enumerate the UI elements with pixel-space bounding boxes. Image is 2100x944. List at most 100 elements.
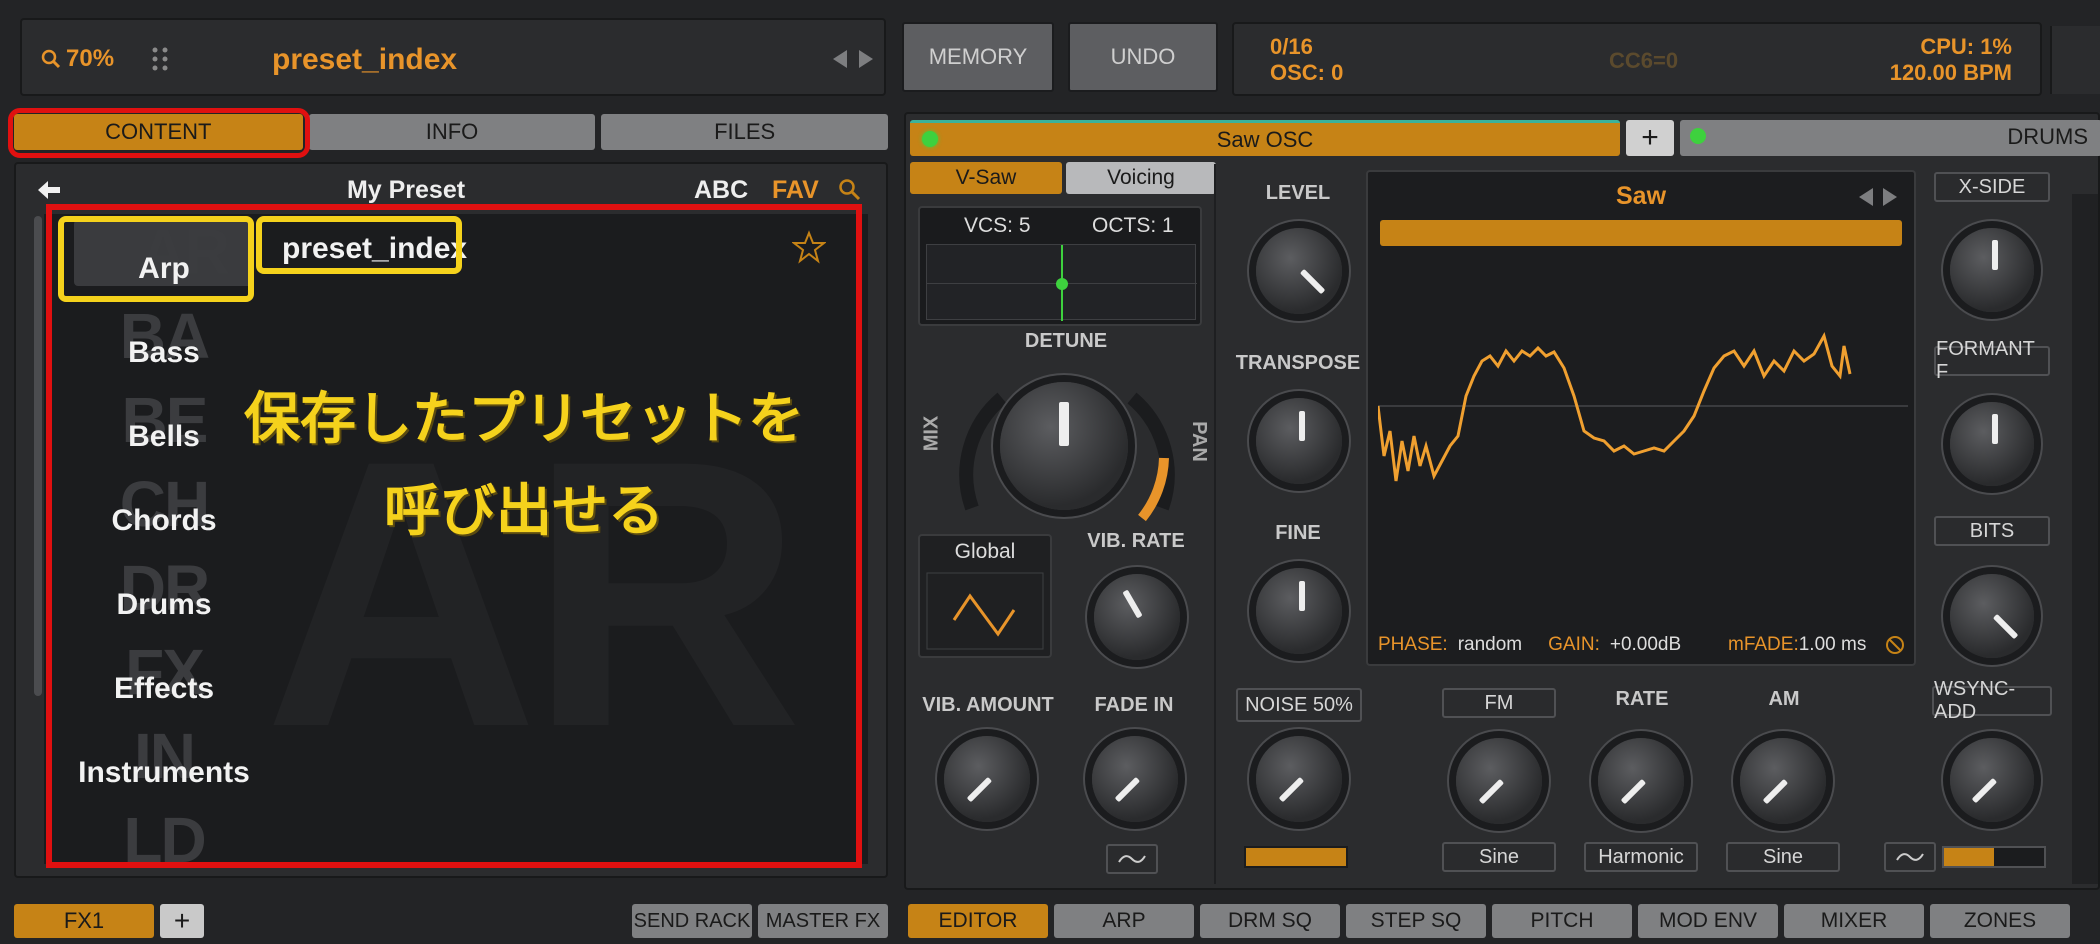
level-knob[interactable] [1256, 228, 1342, 314]
rate-wave-select[interactable]: Harmonic [1584, 842, 1698, 872]
tab-info[interactable]: INFO [308, 114, 596, 150]
master-fx-button[interactable]: MASTER FX [758, 904, 888, 938]
tab-editor[interactable]: EDITOR [908, 904, 1048, 938]
formant-knob[interactable] [1950, 402, 2034, 486]
gain-label: GAIN: [1548, 634, 1600, 655]
detune-label: DETUNE [1024, 330, 1108, 352]
unison-voice-dot [1056, 278, 1068, 290]
subtab-voicing[interactable]: Voicing [1066, 162, 1216, 194]
unison-display[interactable]: VCS: 5 OCTS: 1 [918, 206, 1202, 326]
zoom-value: 70% [66, 45, 115, 72]
undo-button[interactable]: UNDO [1068, 22, 1218, 92]
memory-button[interactable]: MEMORY [902, 22, 1054, 92]
wave-icon [1896, 853, 1924, 861]
phase-value[interactable]: random [1458, 634, 1522, 656]
fm-label: FM [1442, 688, 1556, 718]
gain-value[interactable]: +0.00dB [1610, 634, 1681, 656]
voice-count: 0/16 [1270, 34, 1313, 59]
tab-mod-env[interactable]: MOD ENV [1638, 904, 1778, 938]
wave-position-bar[interactable] [1380, 220, 1902, 246]
disable-icon[interactable] [1884, 634, 1906, 656]
drums-enable-led[interactable] [1690, 128, 1706, 144]
vib-rate-knob[interactable] [1094, 574, 1180, 660]
send-rack-button[interactable]: SEND RACK [632, 904, 752, 938]
mfade-value[interactable]: 1.00 ms [1799, 634, 1867, 656]
rate-label: RATE [1615, 688, 1669, 710]
vib-amount-knob[interactable] [944, 736, 1030, 822]
formant-label: FORMANT F [1934, 338, 2050, 383]
fx-bar: FX1 + SEND RACK MASTER FX [14, 902, 888, 940]
prev-wave-icon[interactable] [1856, 186, 1876, 208]
zoom-control[interactable]: 70% [40, 40, 140, 78]
noise-level-bar[interactable] [1244, 846, 1348, 868]
xside-label: X-SIDE [1934, 172, 2050, 202]
wsync-knob[interactable] [1950, 738, 2034, 822]
sort-fav-button[interactable]: FAV [772, 176, 819, 205]
mfade-param: mFADE: 1.00 ms [1728, 634, 1866, 656]
osc-tab-saw[interactable]: Saw OSC [910, 120, 1620, 156]
next-wave-icon[interactable] [1880, 186, 1900, 208]
vibrato-lfo-shape[interactable]: Global [918, 534, 1052, 658]
mfade-label: mFADE: [1728, 634, 1799, 655]
tab-mixer[interactable]: MIXER [1784, 904, 1924, 938]
tab-fx1[interactable]: FX1 [14, 904, 154, 938]
next-preset-icon[interactable] [856, 48, 876, 70]
tab-step-sq[interactable]: STEP SQ [1346, 904, 1486, 938]
preset-name-display[interactable]: preset_index [272, 40, 672, 80]
fine-label: FINE [1275, 522, 1321, 544]
vcs-readout: VCS: 5 [964, 214, 1031, 237]
tab-drm-sq[interactable]: DRM SQ [1200, 904, 1340, 938]
bits-knob[interactable] [1950, 574, 2034, 658]
add-osc-button[interactable]: + [1626, 120, 1674, 156]
fm-knob[interactable] [1456, 738, 1542, 824]
search-icon[interactable] [838, 178, 862, 202]
subtab-vsaw[interactable]: V-Saw [910, 162, 1062, 194]
level-meter [2050, 26, 2100, 94]
global-label: Global [954, 540, 1016, 563]
waveform-display[interactable]: Saw PHASE: random GAIN: +0.00dB mFADE: 1… [1366, 170, 1916, 666]
sort-abc-button[interactable]: ABC [694, 176, 748, 205]
fade-in-label: FADE IN [1094, 694, 1174, 716]
tab-arp[interactable]: ARP [1054, 904, 1194, 938]
tab-zones[interactable]: ZONES [1930, 904, 2070, 938]
osc-count: OSC: 0 [1270, 60, 1344, 85]
tab-files[interactable]: FILES [601, 114, 888, 150]
browser-scrollbar[interactable] [34, 216, 42, 696]
osc-editor: Saw OSC + DRUMS V-Saw Voicing VCS: 5 OCT… [904, 112, 2100, 890]
transpose-label: TRANSPOSE [1235, 352, 1361, 374]
transpose-knob[interactable] [1256, 398, 1342, 484]
unison-graph [926, 244, 1197, 321]
tab-pitch[interactable]: PITCH [1492, 904, 1632, 938]
osc-tab-drums[interactable]: DRUMS [1680, 120, 2100, 156]
drag-handle-icon[interactable] [150, 46, 170, 72]
wave-icon [1118, 855, 1146, 863]
xside-knob[interactable] [1950, 228, 2034, 312]
rate-knob[interactable] [1598, 738, 1684, 824]
level-label: LEVEL [1265, 182, 1331, 204]
am-wave-select[interactable]: Sine [1726, 842, 1840, 872]
triangle-wave-icon [926, 572, 1044, 650]
noise-knob[interactable] [1256, 736, 1342, 822]
fade-in-knob[interactable] [1092, 736, 1178, 822]
fm-wave-select[interactable]: Sine [1442, 842, 1556, 872]
noise-selector[interactable]: NOISE 50% [1236, 688, 1362, 722]
editor-tabs: EDITOR ARP DRM SQ STEP SQ PITCH MOD ENV … [908, 904, 2100, 940]
wsync-shape-button[interactable] [1884, 842, 1936, 872]
status-display: 0/16 OSC: 0 CC6=0 CPU: 1% 120.00 BPM [1232, 22, 2042, 96]
wsync-level-bar[interactable] [1942, 846, 2046, 868]
vib-amount-label: VIB. AMOUNT [922, 694, 1054, 716]
category-highlight [58, 216, 254, 302]
bits-label: BITS [1934, 516, 2050, 546]
prev-preset-icon[interactable] [830, 48, 850, 70]
fade-shape-button[interactable] [1106, 844, 1158, 874]
vib-rate-label: VIB. RATE [1087, 530, 1185, 552]
preset-list-highlight [46, 204, 862, 868]
back-arrow-icon[interactable] [36, 178, 62, 202]
bpm-readout: 120.00 BPM [1889, 60, 2012, 85]
detune-knob[interactable] [1000, 382, 1128, 510]
add-fx-button[interactable]: + [160, 904, 204, 938]
browser-title: My Preset [346, 176, 466, 204]
fine-knob[interactable] [1256, 568, 1342, 654]
preset-highlight [256, 216, 462, 274]
am-knob[interactable] [1740, 738, 1826, 824]
